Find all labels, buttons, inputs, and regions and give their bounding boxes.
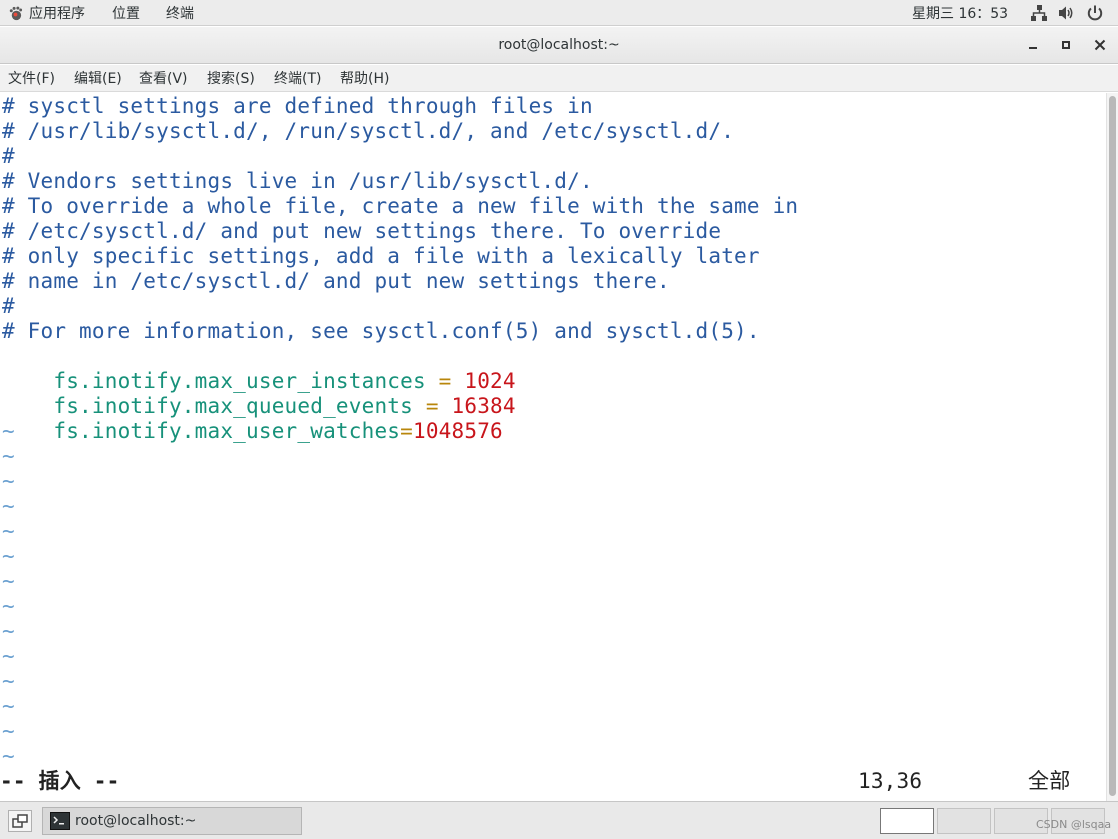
window-titlebar[interactable]: root@localhost:~	[0, 27, 1118, 64]
menubar: 文件(F) 编辑(E) 查看(V) 搜索(S) 终端(T) 帮助(H)	[0, 65, 1118, 92]
setting-line: fs.inotify.max_user_watches=1048576	[2, 394, 503, 443]
empty-line-marker: ~	[2, 644, 15, 668]
menu-view[interactable]: 查看(V)	[139, 69, 188, 89]
menu-search[interactable]: 搜索(S)	[207, 69, 255, 89]
applications-menu[interactable]: 应用程序	[8, 3, 85, 23]
show-desktop-button[interactable]	[8, 810, 32, 832]
vim-mode-indicator: -- 插入 --	[0, 769, 120, 793]
taskbar-window-label: root@localhost:~	[75, 813, 197, 829]
top-panel: 应用程序 位置 终端 星期三 16：53	[0, 0, 1118, 26]
workspace-1[interactable]	[880, 808, 934, 834]
empty-line-marker: ~	[2, 519, 15, 543]
terminal-scrollbar[interactable]	[1106, 93, 1118, 801]
comment-line: # only specific settings, add a file wit…	[2, 244, 760, 268]
comment-line: #	[2, 144, 15, 168]
taskbar-window-button[interactable]: root@localhost:~	[42, 807, 302, 835]
terminal-app-label: 终端	[166, 6, 194, 22]
empty-line-marker: ~	[2, 719, 15, 743]
empty-line-marker: ~	[2, 419, 15, 443]
comment-line: # /etc/sysctl.d/ and put new settings th…	[2, 219, 722, 243]
setting-operator: =	[400, 419, 413, 443]
menu-edit[interactable]: 编辑(E)	[74, 69, 122, 89]
cursor-position: 13,36	[858, 769, 923, 793]
window-title: root@localhost:~	[498, 37, 620, 53]
setting-line: fs.inotify.max_user_instances = 1024	[2, 344, 516, 393]
terminal-view[interactable]: # sysctl settings are defined through fi…	[0, 93, 1106, 801]
menu-terminal[interactable]: 终端(T)	[274, 69, 321, 89]
terminal-icon	[50, 812, 70, 830]
setting-line: fs.inotify.max_queued_events = 16384	[2, 369, 516, 418]
empty-line-marker: ~	[2, 494, 15, 518]
maximize-button[interactable]	[1057, 36, 1075, 54]
setting-key: fs.inotify.max_user_watches	[53, 419, 401, 443]
empty-line-marker: ~	[2, 694, 15, 718]
empty-line-marker: ~	[2, 569, 15, 593]
buffer-extent: 全部	[1028, 769, 1071, 793]
show-desktop-icon	[12, 814, 28, 828]
volume-icon[interactable]	[1057, 4, 1075, 22]
clock-label: 星期三 16：53	[912, 6, 1009, 22]
places-menu[interactable]: 位置	[112, 3, 140, 23]
watermark: CSDN @lsqaa	[1036, 818, 1112, 831]
power-icon[interactable]	[1086, 4, 1104, 22]
empty-line-marker: ~	[2, 619, 15, 643]
empty-line-marker: ~	[2, 469, 15, 493]
menu-file[interactable]: 文件(F)	[8, 69, 55, 89]
setting-value: 1048576	[412, 419, 503, 443]
workspace-2[interactable]	[937, 808, 991, 834]
bottom-taskbar: root@localhost:~	[0, 801, 1118, 839]
gnome-foot-icon	[9, 6, 23, 20]
empty-line-marker: ~	[2, 444, 15, 468]
empty-line-marker: ~	[2, 594, 15, 618]
comment-line: # To override a whole file, create a new…	[2, 194, 799, 218]
terminal-app-menu[interactable]: 终端	[166, 3, 194, 23]
comment-line: # sysctl settings are defined through fi…	[2, 94, 593, 118]
empty-line-marker: ~	[2, 669, 15, 693]
comment-line: # /usr/lib/sysctl.d/, /run/sysctl.d/, an…	[2, 119, 735, 143]
comment-line: # For more information, see sysctl.conf(…	[2, 319, 760, 343]
empty-line-marker: ~	[2, 544, 15, 568]
clock[interactable]: 星期三 16：53	[912, 3, 1008, 23]
comment-line: # name in /etc/sysctl.d/ and put new set…	[2, 269, 670, 293]
network-icon[interactable]	[1030, 4, 1048, 22]
minimize-button[interactable]	[1024, 36, 1042, 54]
scrollbar-thumb[interactable]	[1109, 96, 1116, 796]
applications-label: 应用程序	[29, 6, 85, 22]
comment-line: # Vendors settings live in /usr/lib/sysc…	[2, 169, 593, 193]
empty-line-marker: ~	[2, 744, 15, 768]
menu-help[interactable]: 帮助(H)	[340, 69, 389, 89]
places-label: 位置	[112, 6, 140, 22]
comment-line: #	[2, 294, 15, 318]
close-button[interactable]	[1091, 36, 1109, 54]
